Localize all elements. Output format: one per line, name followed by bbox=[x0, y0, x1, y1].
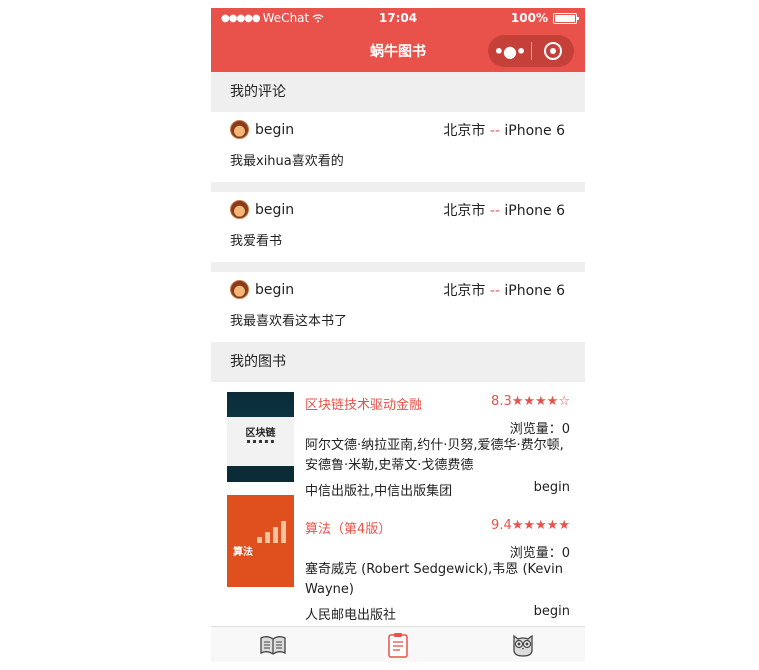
book-icon bbox=[260, 636, 286, 655]
book-rating: 9.4★★★★★ bbox=[491, 518, 570, 533]
book-author: 阿尔文德·纳拉亚南,约什·贝努,爱德华·费尔顿,安德鲁·米勒,史蒂文·戈德费德 bbox=[305, 438, 564, 473]
divider bbox=[211, 182, 585, 192]
cover-title: 区块链 bbox=[245, 428, 276, 439]
divider bbox=[211, 262, 585, 272]
avatar bbox=[230, 120, 249, 139]
book-owner: begin bbox=[533, 480, 570, 495]
avatar bbox=[230, 280, 249, 299]
comments-section-header: 我的评论 bbox=[211, 72, 585, 112]
comment-item[interactable]: begin 北京市 -- iPhone 6 我最喜欢看这本书了 bbox=[211, 272, 585, 342]
book-views: 浏览量：0 bbox=[509, 546, 570, 561]
comment-text: 我最xihua喜欢看的 bbox=[230, 154, 344, 169]
book-owner: begin bbox=[533, 604, 570, 619]
navigation-bar: ●●●●● WeChat 17:04 100% 蜗牛图书 •●• bbox=[211, 8, 585, 72]
clipboard-icon bbox=[388, 633, 408, 658]
book-title[interactable]: 区块链技术驱动金融 bbox=[305, 394, 422, 413]
target-circle-icon bbox=[544, 42, 562, 60]
book-rating: 8.3★★★★☆ bbox=[491, 394, 570, 409]
book-title[interactable]: 算法（第4版） bbox=[305, 518, 391, 537]
mini-program-capsule: •●• bbox=[488, 35, 574, 67]
main-content: 我的评论 begin 北京市 -- iPhone 6 我最xihua喜欢看的 b… bbox=[211, 72, 585, 632]
comment-username: begin bbox=[255, 121, 295, 138]
phone-screen: ●●●●● WeChat 17:04 100% 蜗牛图书 •●• 我的评论 be… bbox=[211, 8, 585, 662]
cover-graphic bbox=[257, 519, 286, 543]
comment-location: 北京市 -- iPhone 6 bbox=[443, 283, 565, 299]
book-views: 浏览量：0 bbox=[509, 422, 570, 437]
book-cover[interactable]: 区块链 ▪ ▪ ▪ ▪ ▪ bbox=[227, 392, 294, 482]
tab-comments[interactable] bbox=[383, 632, 413, 658]
more-dots-icon[interactable]: •●• bbox=[488, 42, 531, 61]
status-bar: ●●●●● WeChat 17:04 100% bbox=[211, 8, 585, 28]
comment-text: 我爱看书 bbox=[230, 234, 283, 249]
cover-subtitle: ▪ ▪ ▪ ▪ ▪ bbox=[246, 438, 275, 445]
comment-username: begin bbox=[255, 281, 295, 298]
book-publisher: 人民邮电出版社 bbox=[305, 608, 397, 623]
comment-location: 北京市 -- iPhone 6 bbox=[443, 203, 565, 219]
book-author: 塞奇威克 (Robert Sedgewick),韦恩 (Kevin Wayne) bbox=[305, 562, 563, 597]
comment-text: 我最喜欢看这本书了 bbox=[230, 314, 348, 329]
book-list: 区块链 ▪ ▪ ▪ ▪ ▪ 区块链技术驱动金融 8.3★★★★☆ 浏览量：0 阿… bbox=[211, 382, 585, 632]
comment-item[interactable]: begin 北京市 -- iPhone 6 我爱看书 bbox=[211, 192, 585, 262]
comment-item[interactable]: begin 北京市 -- iPhone 6 我最xihua喜欢看的 bbox=[211, 112, 585, 182]
tab-profile[interactable] bbox=[508, 632, 538, 658]
books-section-header: 我的图书 bbox=[211, 342, 585, 382]
close-button[interactable] bbox=[532, 42, 574, 60]
comment-username: begin bbox=[255, 201, 295, 218]
tab-books[interactable] bbox=[258, 632, 288, 658]
book-cover[interactable]: 算法 bbox=[227, 495, 294, 587]
owl-icon bbox=[512, 634, 533, 657]
cover-title: 算法 bbox=[233, 547, 253, 558]
battery-percent: 100% bbox=[510, 11, 548, 25]
comment-location: 北京市 -- iPhone 6 bbox=[443, 123, 565, 139]
avatar bbox=[230, 200, 249, 219]
battery-icon bbox=[553, 12, 579, 24]
tab-bar bbox=[211, 626, 585, 662]
book-publisher: 中信出版社,中信出版集团 bbox=[305, 484, 453, 499]
